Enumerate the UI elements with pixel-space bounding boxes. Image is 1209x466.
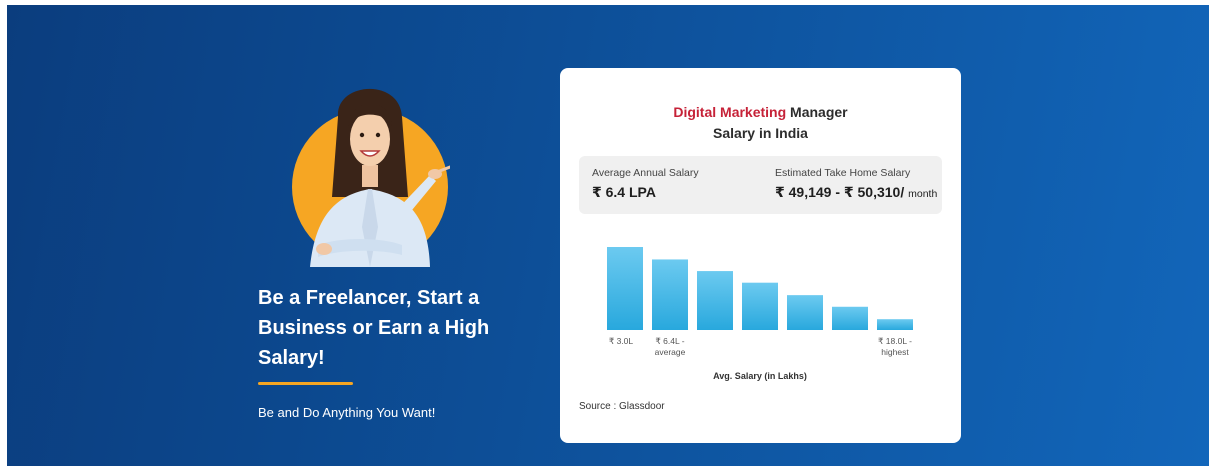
avatar <box>290 77 450 267</box>
chart-tick-label: ₹ 6.4L - <box>655 336 684 346</box>
hero-banner: Be a Freelancer, Start a Business or Ear… <box>7 5 1209 466</box>
salary-bar-chart: ₹ 3.0L ₹ 6.4L -average ₹ 18.0L -highest Avg… <box>607 247 913 381</box>
card-title-rest: Manager <box>790 104 848 120</box>
average-salary-label: Average Annual Salary <box>592 167 699 179</box>
salary-card: Digital Marketing Manager Salary in Indi… <box>560 68 961 443</box>
take-home-unit: month <box>908 188 938 200</box>
chart-tick-label: highest <box>881 347 909 357</box>
chart-bar <box>877 319 913 330</box>
chart-tick-label: average <box>655 347 686 357</box>
hero-tagline: Be and Do Anything You Want! <box>258 405 436 420</box>
chart-bar <box>742 282 778 330</box>
take-home-label: Estimated Take Home Salary <box>775 167 911 179</box>
chart-tick-label: ₹ 3.0L <box>609 336 634 346</box>
hero-headline: Be a Freelancer, Start a Business or Ear… <box>258 287 490 369</box>
average-salary-value: ₹ 6.4 LPA <box>592 184 656 200</box>
take-home-amount: ₹ 49,149 - ₹ 50,310/ <box>775 184 905 200</box>
average-salary-stat: Average Annual Salary ₹ 6.4 LPA <box>592 167 699 201</box>
chart-bar <box>832 306 868 330</box>
chart-bar <box>787 295 823 330</box>
chart-bar <box>607 247 643 330</box>
headline-underline <box>258 382 353 385</box>
chart-bar <box>652 259 688 330</box>
card-title: Digital Marketing Manager Salary in Indi… <box>560 102 961 144</box>
card-title-line2: Salary in India <box>713 125 808 141</box>
take-home-stat: Estimated Take Home Salary ₹ 49,149 - ₹ … <box>775 167 937 201</box>
chart-tick-label: ₹ 18.0L - <box>878 336 912 346</box>
source-note: Source : Glassdoor <box>579 401 665 412</box>
card-title-highlight: Digital Marketing <box>673 104 787 120</box>
salary-stats-box: Average Annual Salary ₹ 6.4 LPA Estimate… <box>579 156 942 214</box>
take-home-value: ₹ 49,149 - ₹ 50,310/ month <box>775 184 937 201</box>
chart-bar <box>697 271 733 330</box>
chart-x-axis-label: Avg. Salary (in Lakhs) <box>713 371 807 381</box>
